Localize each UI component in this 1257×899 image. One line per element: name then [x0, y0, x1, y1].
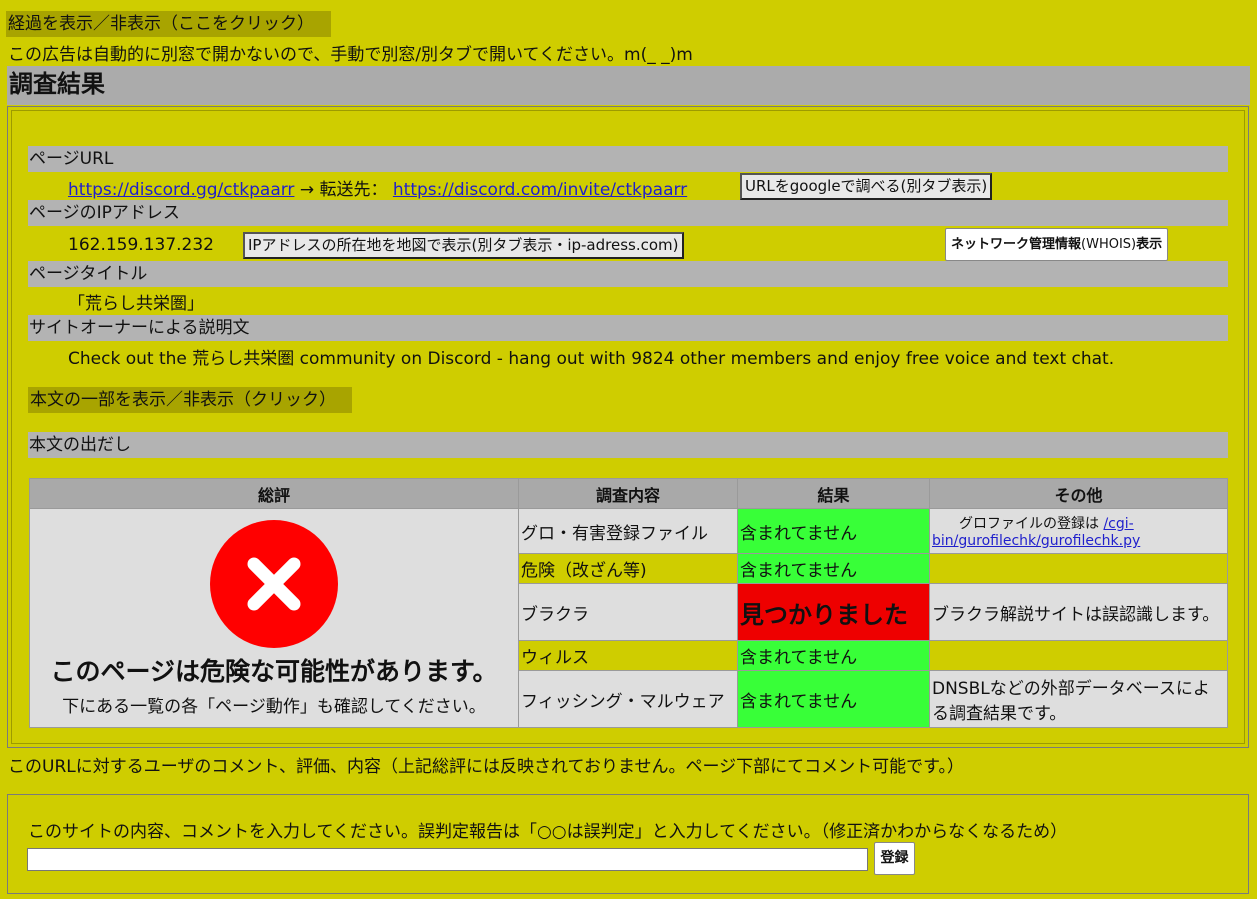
danger-x-icon: [210, 519, 338, 648]
header-item: 調査内容: [518, 478, 738, 509]
page-heading: 調査結果: [7, 66, 1250, 105]
summary-cell: このページは危険な可能性があります。 下にある一覧の各「ページ動作」も確認してく…: [29, 508, 519, 728]
row-note: [929, 640, 1228, 671]
description-value: Check out the 荒らし共栄圏 community on Discor…: [68, 349, 1115, 369]
ip-map-button[interactable]: IPアドレスの所在地を地図で表示(別タブ表示・ip-adress.com): [243, 232, 684, 259]
header-other: その他: [929, 478, 1228, 509]
header-result: 結果: [737, 478, 930, 509]
header-summary: 総評: [29, 478, 519, 509]
row-item: ウィルス: [518, 640, 738, 671]
row-result: 含まれてません: [737, 553, 930, 584]
redirect-url-link[interactable]: https://discord.com/invite/ctkpaarr: [393, 180, 687, 200]
ip-label: ページのIPアドレス: [28, 200, 1228, 226]
comment-input[interactable]: [27, 848, 868, 871]
row-result: 含まれてません: [737, 640, 930, 671]
toggle-progress[interactable]: 経過を表示／非表示（ここをクリック）: [6, 11, 331, 37]
description-label: サイトオーナーによる説明文: [28, 315, 1228, 341]
whois-label-1: ネットワーク管理情報: [951, 237, 1082, 252]
row-item: グロ・有害登録ファイル: [518, 508, 738, 554]
danger-sub-message: 下にある一覧の各「ページ動作」も確認してください。: [62, 696, 486, 717]
row-note: ブラクラ解説サイトは誤認識します。: [929, 583, 1228, 641]
body-start-label: 本文の出だし: [28, 432, 1228, 458]
page-url-link[interactable]: https://discord.gg/ctkpaarr: [68, 180, 294, 200]
page-url-row: https://discord.gg/ctkpaarr → 転送先： https…: [68, 175, 687, 200]
row-note: DNSBLなどの外部データベースによる調査結果です。: [929, 670, 1228, 728]
ip-address: 162.159.137.232: [68, 235, 215, 255]
row-item: 危険（改ざん等): [518, 553, 738, 584]
comment-form-panel: [7, 794, 1249, 894]
whois-button[interactable]: ネットワーク管理情報(WHOIS)表示: [945, 228, 1169, 261]
user-comment-notice: このURLに対するユーザのコメント、評価、内容（上記総評には反映されておりません…: [8, 757, 964, 777]
row-result: 含まれてません: [737, 670, 930, 728]
comment-prompt: このサイトの内容、コメントを入力してください。誤判定報告は「○○は誤判定」と入力…: [28, 822, 1068, 842]
results-table: 総評 調査内容 結果 その他 このページは危険な可能性があります。 下にある一覧…: [29, 478, 1228, 728]
row-note-text: グロファイルの登録は: [959, 516, 1104, 532]
row-note: グロファイルの登録は /cgi-bin/gurofilechk/gurofile…: [929, 508, 1228, 554]
ad-notice: この広告は自動的に別窓で開かないので、手動で別窓/別タブで開いてください。m(_…: [8, 45, 693, 65]
danger-message: このページは危険な可能性があります。: [50, 656, 498, 686]
redirect-arrow: → 転送先：: [299, 180, 388, 200]
row-result-found: 見つかりました: [737, 583, 930, 641]
row-item: ブラクラ: [518, 583, 738, 641]
whois-label-3: 表示: [1136, 237, 1163, 252]
whois-label-2: (WHOIS): [1081, 237, 1137, 252]
row-item: フィッシング・マルウェア: [518, 670, 738, 728]
google-search-button[interactable]: URLをgoogleで調べる(別タブ表示): [740, 173, 993, 200]
page-url-label: ページURL: [28, 146, 1228, 172]
page-title-value: 「荒らし共栄圏」: [68, 294, 204, 314]
row-note: [929, 553, 1228, 584]
toggle-body[interactable]: 本文の一部を表示／非表示（クリック）: [28, 387, 352, 413]
register-button[interactable]: 登録: [874, 842, 915, 875]
title-label: ページタイトル: [28, 261, 1228, 287]
row-result: 含まれてません: [737, 508, 930, 554]
